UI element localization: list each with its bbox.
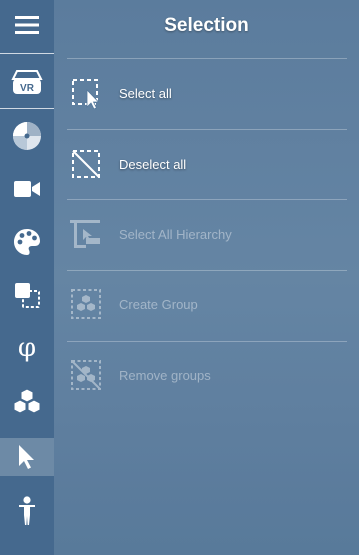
palette-icon bbox=[14, 229, 40, 255]
select-all-label: Select all bbox=[119, 86, 172, 101]
sidebar-item-avatar[interactable] bbox=[0, 486, 54, 536]
sidebar-item-phi[interactable]: φ bbox=[0, 323, 54, 373]
sidebar-item-transform[interactable] bbox=[0, 270, 54, 320]
create-group-label: Create Group bbox=[119, 297, 198, 312]
deselect-all-label: Deselect all bbox=[119, 157, 187, 172]
app-window: VR φ Selection Select all Deselect all S… bbox=[0, 0, 359, 555]
person-icon bbox=[19, 496, 35, 525]
sidebar-divider bbox=[0, 108, 54, 109]
deselect-all-button[interactable]: Deselect all bbox=[67, 130, 347, 200]
sidebar: VR φ bbox=[0, 0, 54, 555]
vr-label: VR bbox=[20, 83, 35, 94]
cubes-icon bbox=[13, 388, 41, 414]
disc-icon bbox=[13, 122, 41, 150]
create-group-button[interactable]: Create Group bbox=[67, 270, 347, 340]
select-all-hierarchy-label: Select All Hierarchy bbox=[119, 227, 232, 242]
select-all-button[interactable]: Select all bbox=[67, 59, 347, 129]
sidebar-item-disc[interactable] bbox=[0, 111, 54, 161]
remove-groups-button[interactable]: Remove groups bbox=[67, 341, 347, 411]
menu-icon bbox=[15, 16, 39, 34]
video-camera-icon bbox=[14, 181, 40, 197]
sidebar-divider bbox=[0, 53, 54, 54]
select-all-icon bbox=[72, 79, 100, 109]
transform-icon bbox=[15, 283, 40, 308]
selection-panel: Selection Select all Deselect all Select… bbox=[54, 0, 359, 555]
deselect-all-icon bbox=[72, 150, 100, 178]
sidebar-item-camera[interactable] bbox=[0, 164, 54, 214]
sidebar-item-cubes[interactable] bbox=[0, 376, 54, 426]
remove-groups-icon bbox=[71, 360, 101, 390]
phi-icon: φ bbox=[17, 333, 37, 363]
create-group-icon bbox=[71, 289, 101, 319]
sidebar-item-palette[interactable] bbox=[0, 217, 54, 267]
select-all-hierarchy-button[interactable]: Select All Hierarchy bbox=[67, 200, 347, 270]
panel-title: Selection bbox=[164, 15, 249, 36]
menu-button[interactable] bbox=[0, 0, 54, 50]
hierarchy-icon bbox=[70, 220, 100, 248]
sidebar-item-vr[interactable]: VR bbox=[0, 57, 54, 107]
vr-headset-icon: VR bbox=[11, 70, 43, 94]
cursor-icon bbox=[19, 445, 34, 469]
sidebar-item-selection[interactable] bbox=[0, 438, 54, 476]
remove-groups-label: Remove groups bbox=[119, 368, 211, 383]
